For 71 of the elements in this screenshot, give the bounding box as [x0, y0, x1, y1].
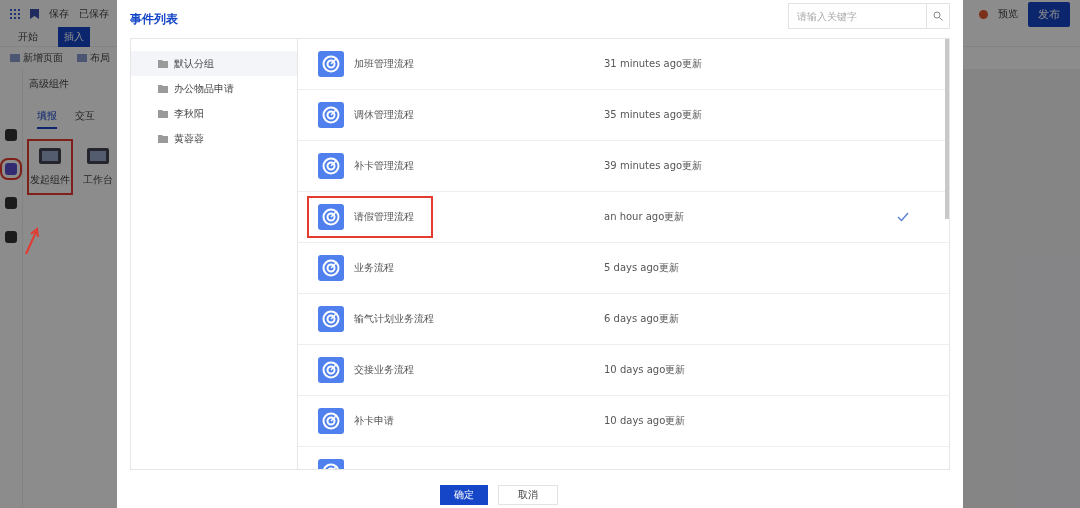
panel-title: 高级组件: [29, 77, 70, 91]
publish-button[interactable]: 发布: [1028, 1, 1070, 27]
updated-time: 35 minutes ago更新: [604, 108, 704, 122]
page-icon: [10, 54, 20, 62]
ribbon-action[interactable]: 布局: [77, 51, 110, 65]
folder-icon: [158, 109, 168, 118]
search-icon[interactable]: [933, 11, 943, 21]
process-name: 交接业务流程: [353, 363, 415, 377]
preview-icon: [979, 9, 988, 19]
updated-time: 39 minutes ago更新: [604, 159, 704, 173]
folder-icon: [158, 59, 168, 68]
process-name: 输气计划业务流程: [353, 312, 435, 326]
rail-icon[interactable]: [5, 197, 17, 209]
group-item[interactable]: 李秋阳: [131, 101, 297, 126]
component-tile[interactable]: 发起组件: [27, 139, 73, 195]
folder-icon: [158, 134, 168, 143]
updated-time: 5 days ago更新: [604, 261, 680, 275]
cancel-button[interactable]: 取消: [498, 485, 558, 505]
search-box[interactable]: 请输入关键字: [788, 3, 950, 29]
target-icon: [318, 255, 344, 281]
preview-link[interactable]: 预览: [998, 7, 1018, 21]
group-item[interactable]: 黄蓉蓉: [131, 126, 297, 151]
target-icon: [318, 204, 344, 230]
updated-time: 6 days ago更新: [604, 312, 680, 326]
target-icon: [318, 51, 344, 77]
dialog-title: 事件列表: [130, 10, 178, 28]
updated-time: 31 minutes ago更新: [604, 57, 704, 71]
process-name: 请假管理流程: [353, 210, 415, 224]
monitor-icon: [38, 147, 62, 167]
rail-icon[interactable]: [5, 129, 17, 141]
folder-icon: [158, 84, 168, 93]
group-item[interactable]: 默认分组: [131, 51, 297, 76]
process-name: 调休管理流程: [353, 108, 415, 122]
process-name: 补卡管理流程: [353, 159, 415, 173]
ribbon-tab[interactable]: 开始: [12, 27, 44, 47]
panel-tab[interactable]: 交互: [75, 109, 95, 129]
confirm-button[interactable]: 确定: [440, 485, 488, 505]
group-label: 李秋阳: [174, 106, 204, 121]
process-name: 加班管理流程: [353, 57, 415, 71]
panel-tab[interactable]: 填报: [37, 109, 57, 129]
group-item[interactable]: 办公物品申请: [131, 76, 297, 101]
saved-status: 已保存: [79, 7, 109, 21]
process-row[interactable]: 请假管理流程 an hour ago更新: [298, 192, 949, 243]
process-row[interactable]: 业务流程 5 days ago更新: [298, 243, 949, 294]
ribbon-action[interactable]: 新增页面: [10, 51, 63, 65]
page-icon: [77, 54, 87, 62]
group-label: 黄蓉蓉: [174, 131, 204, 146]
group-label: 默认分组: [174, 56, 214, 71]
target-icon: [318, 102, 344, 128]
grid-icon[interactable]: [10, 9, 20, 19]
ribbon-tab[interactable]: 插入: [58, 27, 90, 47]
target-icon: [318, 408, 344, 434]
target-icon: [318, 153, 344, 179]
save-label[interactable]: 保存: [49, 7, 69, 21]
process-name: 业务流程: [353, 261, 395, 275]
save-icon[interactable]: [30, 9, 39, 19]
target-icon: [318, 357, 344, 383]
group-label: 办公物品申请: [174, 81, 234, 96]
updated-time: an hour ago更新: [604, 210, 686, 224]
check-icon: [897, 212, 909, 222]
rail-icon[interactable]: [5, 231, 17, 243]
updated-time: 10 days ago更新: [604, 363, 687, 377]
updated-time: 10 days ago更新: [604, 414, 687, 428]
process-row[interactable]: 输气计划业务流程 6 days ago更新: [298, 294, 949, 345]
process-row[interactable]: 补卡申请 10 days ago更新: [298, 396, 949, 447]
target-icon: [318, 306, 344, 332]
process-row[interactable]: 交接业务流程 10 days ago更新: [298, 345, 949, 396]
monitor-icon: [86, 147, 110, 167]
annotation-arrow: [24, 226, 40, 256]
process-name: 补卡申请: [353, 414, 395, 428]
scrollbar-thumb[interactable]: [945, 39, 949, 219]
